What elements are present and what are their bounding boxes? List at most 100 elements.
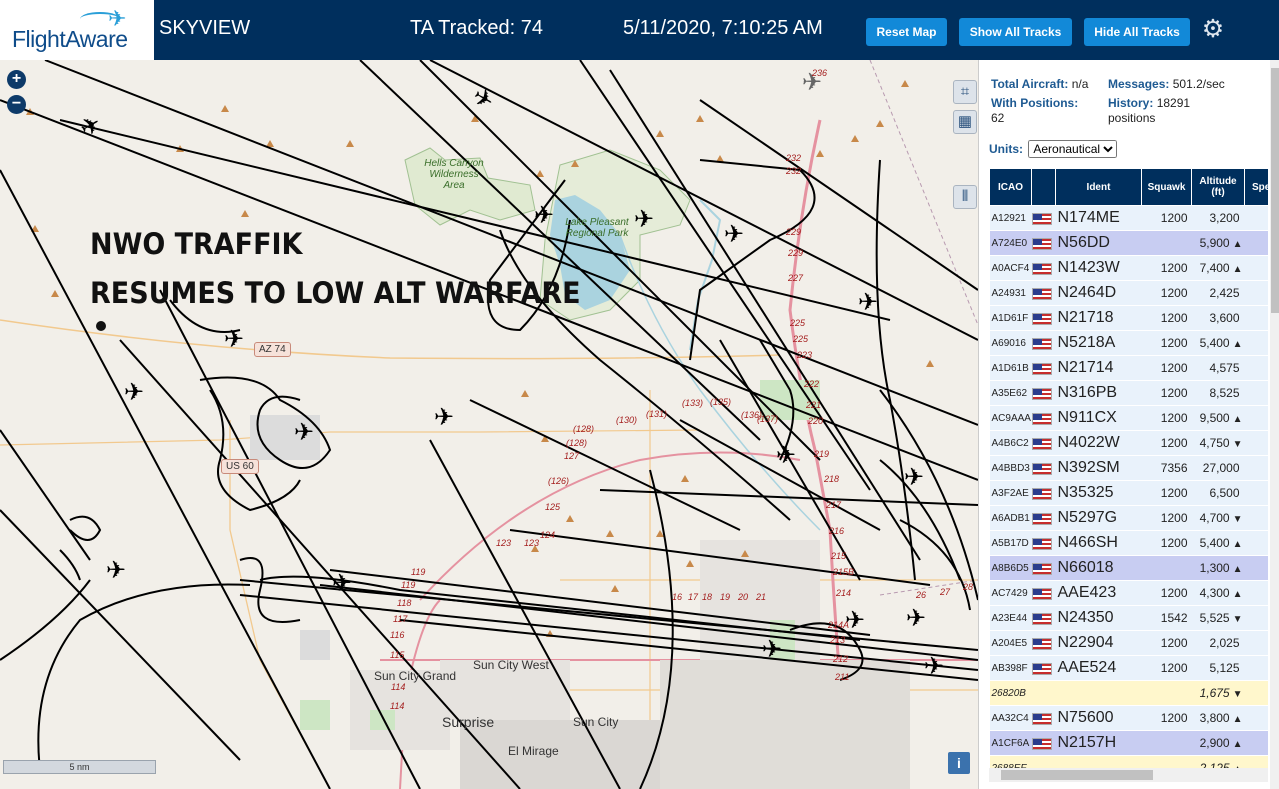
altitude-cell: 2,900 ▲ <box>1191 730 1245 756</box>
table-row[interactable]: A724E0 N56DD 5,900 ▲ <box>989 230 1268 256</box>
route-number: 125 <box>545 502 561 512</box>
aircraft-table-wrapper[interactable]: ICAO Ident Squawk Altitude (ft) Speed A1… <box>989 168 1268 778</box>
messages-label: Messages: <box>1108 77 1170 91</box>
speed-cell <box>1244 455 1268 481</box>
altitude-cell: 4,700 ▼ <box>1191 505 1245 531</box>
table-row[interactable]: A4B6C2 N4022W 1200 4,750 ▼ <box>989 430 1268 456</box>
altitude-cell: 5,525 ▼ <box>1191 605 1245 631</box>
altitude-trend: ▲ <box>1232 714 1243 725</box>
us-flag-icon <box>1031 662 1052 675</box>
altitude-trend: ▲ <box>1232 589 1243 600</box>
icao-cell: A6ADB1 <box>989 505 1032 531</box>
altitude-trend: ▲ <box>1232 564 1243 575</box>
app-title: SKYVIEW <box>159 17 251 39</box>
ident-cell: N66018 <box>1055 555 1142 581</box>
route-number: 27 <box>940 587 951 597</box>
gear-icon[interactable]: ⚙ <box>1199 15 1227 43</box>
table-row[interactable]: AA32C4 N75600 1200 3,800 ▲ <box>989 705 1268 731</box>
units-select[interactable]: Aeronautical <box>1028 140 1118 158</box>
speed-cell <box>1244 355 1268 381</box>
speed-cell <box>1244 580 1268 606</box>
table-row[interactable]: AC9AAA N911CX 1200 9,500 ▲ <box>989 405 1268 431</box>
table-row[interactable]: A5B17D N466SH 1200 5,400 ▲ <box>989 530 1268 556</box>
icao-cell: AA32C4 <box>989 705 1032 731</box>
table-row[interactable]: A6ADB1 N5297G 1200 4,700 ▼ <box>989 505 1268 531</box>
horizontal-scrollbar[interactable] <box>989 768 1268 782</box>
column-header-icao[interactable]: ICAO <box>989 168 1032 206</box>
grid-icon[interactable]: ▦ <box>953 110 977 134</box>
flightaware-logo[interactable]: ✈ FlightAware <box>0 0 154 60</box>
altitude-cell: 8,525 <box>1191 380 1245 406</box>
route-number: 214 <box>836 588 852 598</box>
route-number: (126) <box>548 476 570 486</box>
horizontal-scroll-thumb[interactable] <box>1001 770 1153 780</box>
aircraft-marker: ✈ <box>468 82 499 116</box>
table-row[interactable]: A1D61B N21714 1200 4,575 <box>989 355 1268 381</box>
table-row[interactable]: A35E62 N316PB 1200 8,525 <box>989 380 1268 406</box>
table-row[interactable]: A23E44 N24350 1542 5,525 ▼ <box>989 605 1268 631</box>
squawk-cell: 1200 <box>1141 205 1192 231</box>
aircraft-marker: ✈ <box>224 325 244 353</box>
route-number: 124 <box>540 530 556 540</box>
route-number: 119 <box>401 580 416 590</box>
vertical-scroll-thumb[interactable] <box>1271 68 1279 313</box>
table-row[interactable]: A0ACF4 N1423W 1200 7,400 ▲ <box>989 255 1268 281</box>
zoom-out-button[interactable]: − <box>7 95 26 114</box>
route-number: 118 <box>397 598 412 608</box>
altitude-cell: 5,400 ▲ <box>1191 530 1245 556</box>
table-row[interactable]: A1D61F N21718 1200 3,600 <box>989 305 1268 331</box>
info-button[interactable]: i <box>948 752 970 774</box>
table-row[interactable]: AB398F AAE524 1200 5,125 <box>989 655 1268 681</box>
table-row[interactable]: A12921 N174ME 1200 3,200 <box>989 205 1268 231</box>
table-row[interactable]: A4BBD3 N392SM 7356 27,000 <box>989 455 1268 481</box>
squawk-cell: 1200 <box>1141 480 1192 506</box>
zoom-in-button[interactable]: + <box>7 70 26 89</box>
table-row[interactable]: A8B6D5 N66018 1,300 ▲ <box>989 555 1268 581</box>
ident-cell: N466SH <box>1055 530 1142 556</box>
map-layers-icon[interactable]: ⌗ <box>953 80 977 104</box>
table-row[interactable]: AC7429 AAE423 1200 4,300 ▲ <box>989 580 1268 606</box>
altitude-cell: 7,400 ▲ <box>1191 255 1245 281</box>
table-row[interactable]: A204E5 N22904 1200 2,025 <box>989 630 1268 656</box>
surprise-label: Surprise <box>442 714 495 730</box>
table-row[interactable]: A1CF6A N2157H 2,900 ▲ <box>989 730 1268 756</box>
column-header-ident[interactable]: Ident <box>1055 168 1142 206</box>
speed-cell <box>1244 280 1268 306</box>
flag-cell <box>1031 530 1056 556</box>
column-header-flag[interactable] <box>1031 168 1056 206</box>
columns-icon[interactable]: ⦀ <box>953 185 977 209</box>
speed-cell <box>1244 705 1268 731</box>
aircraft-marker: ✈ <box>294 418 314 446</box>
messages-value: 501.2/sec <box>1172 77 1225 91</box>
table-row[interactable]: A24931 N2464D 1200 2,425 <box>989 280 1268 306</box>
route-number: (130) <box>616 415 638 425</box>
altitude-value: 2,900 <box>1199 736 1230 750</box>
overlay-line-2: RESUMES TO LOW ALT WARFARE <box>90 276 581 310</box>
us-flag-icon <box>1031 262 1052 275</box>
aircraft-marker: ✈ <box>332 569 352 597</box>
icao-cell: A1D61B <box>989 355 1032 381</box>
table-row[interactable]: A69016 N5218A 1200 5,400 ▲ <box>989 330 1268 356</box>
hide-all-tracks-button[interactable]: Hide All Tracks <box>1084 18 1190 46</box>
column-header-altitude[interactable]: Altitude (ft) <box>1191 168 1245 206</box>
speed-cell <box>1244 205 1268 231</box>
reset-map-button[interactable]: Reset Map <box>866 18 947 46</box>
altitude-cell: 4,750 ▼ <box>1191 430 1245 456</box>
squawk-cell <box>1141 730 1192 756</box>
vertical-scrollbar[interactable] <box>1270 60 1279 789</box>
altitude-value: 7,400 <box>1199 261 1230 275</box>
aircraft-marker: ✈ <box>75 109 106 143</box>
column-header-squawk[interactable]: Squawk <box>1141 168 1192 206</box>
aircraft-marker: ✈ <box>724 220 744 248</box>
us-flag-icon <box>1031 487 1052 500</box>
table-row[interactable]: 26820B 1,675 ▼ <box>989 680 1268 706</box>
column-header-speed[interactable]: Speed <box>1244 168 1268 206</box>
altitude-cell: 2,425 <box>1191 280 1245 306</box>
squawk-cell: 7356 <box>1141 455 1192 481</box>
route-number: 123 <box>524 538 540 548</box>
map-view[interactable]: ✈ ✈ ✈ ✈ ✈ ✈ ✈ ✈ ✈ ✈ ✈ ✈ ✈ ✈ ✈ ✈ ✈ ✈ ✈ He… <box>0 60 978 789</box>
icao-cell: A69016 <box>989 330 1032 356</box>
show-all-tracks-button[interactable]: Show All Tracks <box>959 18 1072 46</box>
table-row[interactable]: A3F2AE N35325 1200 6,500 <box>989 480 1268 506</box>
flag-cell <box>1031 580 1056 606</box>
